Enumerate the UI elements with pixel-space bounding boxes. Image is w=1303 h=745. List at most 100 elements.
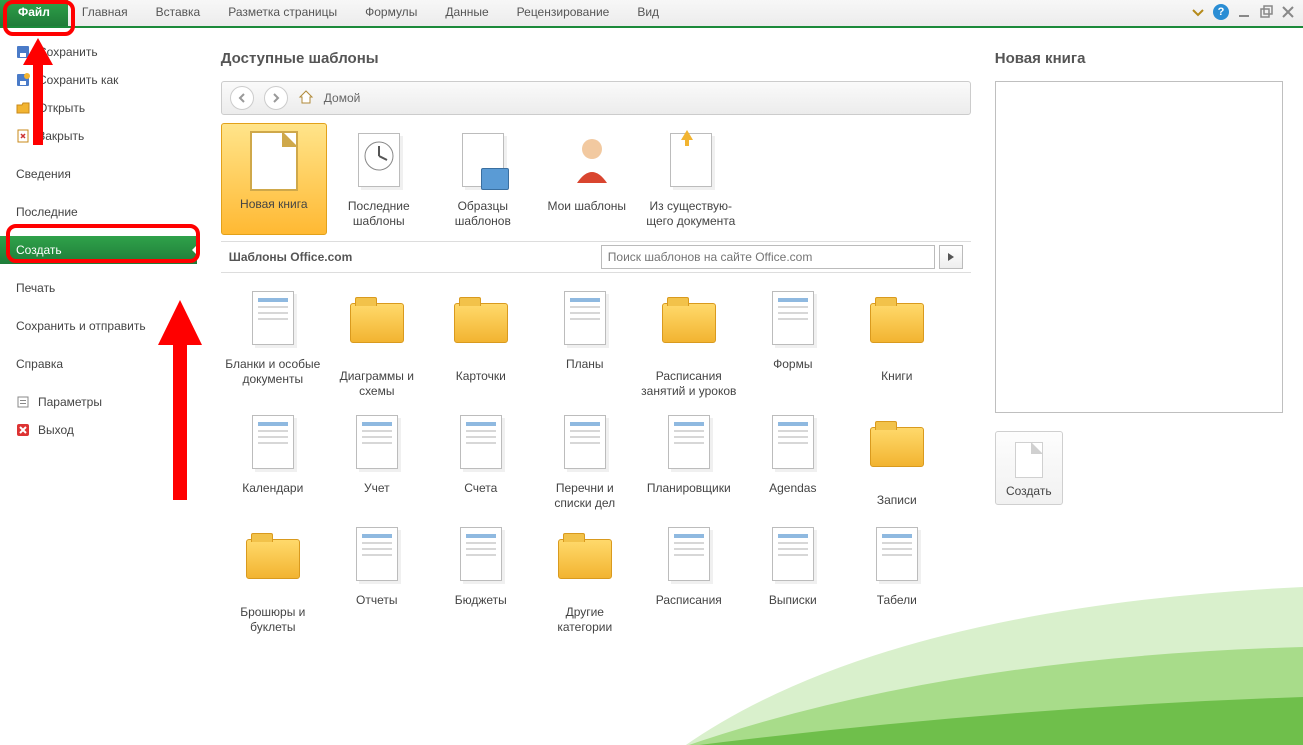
- sidebar-item-save[interactable]: Сохранить: [0, 38, 197, 66]
- sidebar-item-print[interactable]: Печать: [0, 274, 197, 302]
- sidebar-item-label: Выход: [38, 423, 74, 437]
- sidebar-item-new[interactable]: Создать: [0, 236, 197, 264]
- category-tile[interactable]: Формы: [741, 281, 845, 405]
- sidebar-item-options[interactable]: Параметры: [0, 388, 197, 416]
- category-tile[interactable]: Расписания: [637, 517, 741, 641]
- breadcrumb-bar: Домой: [221, 81, 971, 115]
- category-tile[interactable]: Отчеты: [325, 517, 429, 641]
- save-as-icon: [16, 73, 30, 87]
- category-label: Другие категории: [533, 605, 637, 635]
- category-tile[interactable]: Другие категории: [533, 517, 637, 641]
- category-tile[interactable]: Agendas: [741, 405, 845, 517]
- category-tile[interactable]: Расписания занятий и уроков: [637, 281, 741, 405]
- new-document-icon: [1015, 442, 1043, 478]
- ribbon-minimize-icon[interactable]: [1191, 5, 1205, 19]
- top-templates-row: Новая книгаПоследние шаблоныОбразцы шабл…: [221, 123, 971, 235]
- category-label: Карточки: [429, 369, 533, 384]
- create-button[interactable]: Создать: [995, 431, 1063, 505]
- document-icon: [252, 291, 294, 345]
- section-title: Шаблоны Office.com: [229, 250, 353, 264]
- category-tile[interactable]: Записи: [845, 405, 949, 517]
- document-icon: [772, 527, 814, 581]
- window-restore-icon[interactable]: [1259, 5, 1273, 19]
- window-minimize-icon[interactable]: [1237, 5, 1251, 19]
- ribbon-tab-pagelayout[interactable]: Разметка страницы: [214, 0, 351, 26]
- category-tile[interactable]: Карточки: [429, 281, 533, 405]
- sidebar-item-save-send[interactable]: Сохранить и отправить: [0, 312, 197, 340]
- home-icon[interactable]: [298, 89, 314, 108]
- ribbon-tab-file[interactable]: Файл: [0, 0, 68, 26]
- category-label: Табели: [845, 593, 949, 608]
- template-tile[interactable]: Последние шаблоны: [327, 123, 431, 235]
- ribbon-tab-review[interactable]: Рецензирование: [503, 0, 624, 26]
- sidebar-item-label: Печать: [16, 281, 55, 295]
- category-tile[interactable]: Учет: [325, 405, 429, 517]
- template-label: Образцы шаблонов: [431, 199, 535, 229]
- backstage-sidebar: Сохранить Сохранить как Открыть Закрыть …: [0, 28, 197, 745]
- sidebar-item-close[interactable]: Закрыть: [0, 122, 197, 150]
- breadcrumb-home-label[interactable]: Домой: [324, 91, 361, 105]
- category-tile[interactable]: Счета: [429, 405, 533, 517]
- sidebar-item-label: Закрыть: [38, 129, 84, 143]
- sidebar-item-help[interactable]: Справка: [0, 350, 197, 378]
- panel-heading: Доступные шаблоны: [221, 50, 971, 67]
- category-tile[interactable]: Планировщики: [637, 405, 741, 517]
- ribbon-tab-data[interactable]: Данные: [431, 0, 502, 26]
- template-icon: [349, 133, 409, 193]
- preview-title: Новая книга: [995, 50, 1283, 67]
- category-tile[interactable]: Перечни и списки дел: [533, 405, 637, 517]
- sidebar-item-label: Сведения: [16, 167, 71, 181]
- sidebar-item-exit[interactable]: Выход: [0, 416, 197, 444]
- category-tile[interactable]: Диаграммы и схемы: [325, 281, 429, 405]
- category-label: Agendas: [741, 481, 845, 496]
- sidebar-item-save-as[interactable]: Сохранить как: [0, 66, 197, 94]
- search-go-button[interactable]: [939, 245, 963, 269]
- category-label: Бланки и особые документы: [221, 357, 325, 387]
- document-icon: [460, 527, 502, 581]
- folder-icon: [662, 303, 716, 343]
- template-tile[interactable]: Новая книга: [221, 123, 327, 235]
- category-label: Расписания: [637, 593, 741, 608]
- category-tile[interactable]: Планы: [533, 281, 637, 405]
- document-icon: [876, 527, 918, 581]
- template-tile[interactable]: Мои шаблоны: [535, 123, 639, 235]
- close-doc-icon: [16, 129, 30, 143]
- category-label: Планировщики: [637, 481, 741, 496]
- sidebar-item-open[interactable]: Открыть: [0, 94, 197, 122]
- create-button-label: Создать: [996, 484, 1062, 498]
- template-categories-row: Бланки и особые документыДиаграммы и схе…: [221, 281, 971, 641]
- nav-back-button[interactable]: [230, 86, 254, 110]
- category-label: Календари: [221, 481, 325, 496]
- help-icon[interactable]: ?: [1213, 4, 1229, 20]
- category-label: Счета: [429, 481, 533, 496]
- category-tile[interactable]: Книги: [845, 281, 949, 405]
- document-icon: [252, 415, 294, 469]
- template-icon: [557, 133, 617, 193]
- category-tile[interactable]: Выписки: [741, 517, 845, 641]
- document-icon: [668, 527, 710, 581]
- template-icon: [661, 133, 721, 193]
- template-tile[interactable]: Образцы шаблонов: [431, 123, 535, 235]
- nav-forward-button[interactable]: [264, 86, 288, 110]
- ribbon-tab-home[interactable]: Главная: [68, 0, 142, 26]
- ribbon-tab-formulas[interactable]: Формулы: [351, 0, 431, 26]
- ribbon-tab-insert[interactable]: Вставка: [142, 0, 215, 26]
- exit-icon: [16, 423, 30, 437]
- category-tile[interactable]: Календари: [221, 405, 325, 517]
- ribbon: Файл Главная Вставка Разметка страницы Ф…: [0, 0, 1303, 28]
- sidebar-item-label: Параметры: [38, 395, 102, 409]
- folder-icon: [246, 539, 300, 579]
- category-tile[interactable]: Табели: [845, 517, 949, 641]
- category-tile[interactable]: Бюджеты: [429, 517, 533, 641]
- ribbon-tab-view[interactable]: Вид: [623, 0, 673, 26]
- template-icon: [244, 131, 304, 191]
- sidebar-item-recent[interactable]: Последние: [0, 198, 197, 226]
- sidebar-item-label: Последние: [16, 205, 78, 219]
- window-close-icon[interactable]: [1281, 5, 1295, 19]
- category-tile[interactable]: Бланки и особые документы: [221, 281, 325, 405]
- category-label: Брошюры и буклеты: [221, 605, 325, 635]
- category-tile[interactable]: Брошюры и буклеты: [221, 517, 325, 641]
- template-search-input[interactable]: [601, 245, 935, 269]
- sidebar-item-info[interactable]: Сведения: [0, 160, 197, 188]
- template-tile[interactable]: Из существую­щего документа: [639, 123, 743, 235]
